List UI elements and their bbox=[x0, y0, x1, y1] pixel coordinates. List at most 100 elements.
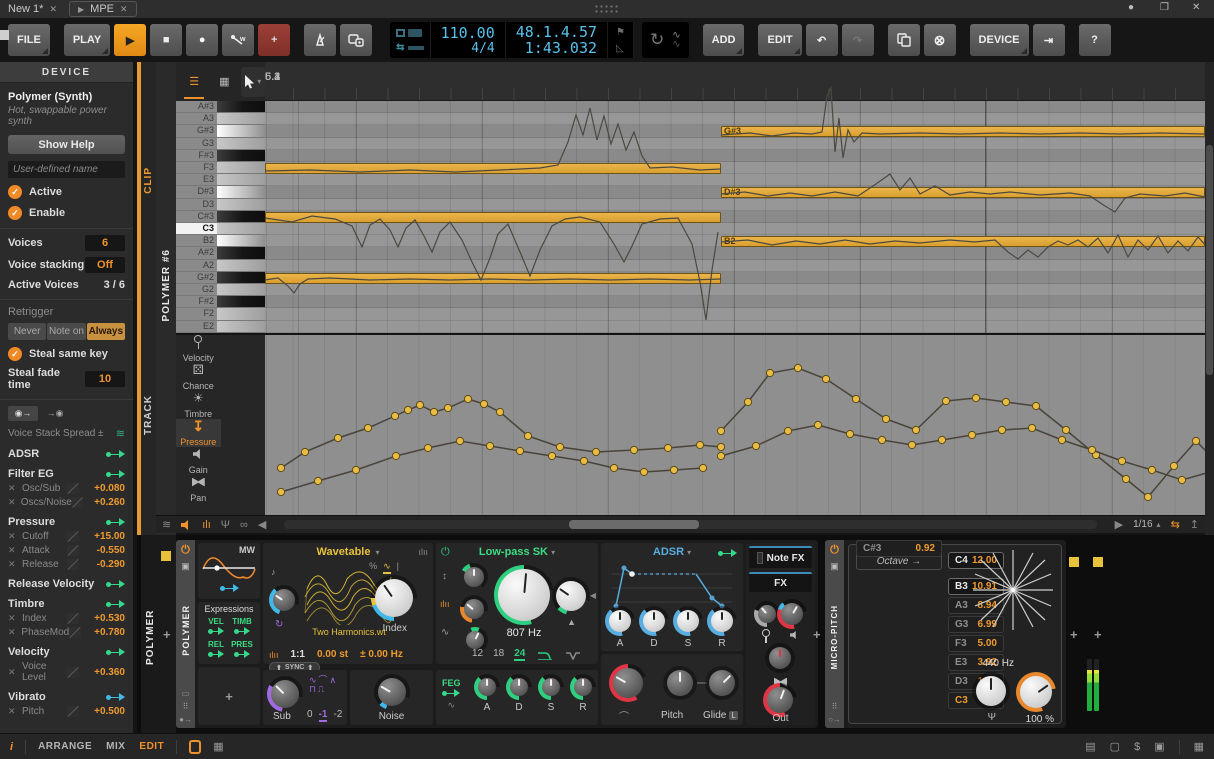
device-display-icon[interactable]: ▭ bbox=[182, 689, 190, 698]
feg-knob[interactable]: A bbox=[474, 674, 500, 713]
sub-knob[interactable] bbox=[267, 676, 303, 712]
piano-key-row[interactable]: B2 bbox=[176, 235, 265, 247]
device-modroute-icon[interactable]: ○→ bbox=[828, 715, 841, 724]
noise-knob[interactable] bbox=[374, 674, 410, 710]
filter-type[interactable]: Low-pass SK bbox=[479, 546, 548, 558]
expression-mod-slot[interactable]: VEL bbox=[204, 617, 228, 638]
project-tab-1[interactable]: New 1* ✕ bbox=[0, 0, 65, 18]
env-knob[interactable]: D bbox=[639, 606, 669, 649]
note-editor-view-button[interactable]: ☰ bbox=[180, 68, 208, 96]
mod-arrow-icon[interactable] bbox=[220, 584, 239, 592]
pitch-knob[interactable] bbox=[663, 666, 697, 700]
piano-key-row[interactable]: A2 bbox=[176, 260, 265, 272]
piano-key-row[interactable]: C#3 bbox=[176, 211, 265, 223]
mod-target-row[interactable]: ✕Index+0.530 bbox=[8, 613, 125, 624]
osc-semitones[interactable]: 0.00 st bbox=[317, 649, 348, 660]
device-modroute-icon[interactable]: ●→ bbox=[179, 715, 192, 724]
play-menu-button[interactable]: PLAY bbox=[64, 24, 110, 56]
key-cap[interactable] bbox=[217, 247, 265, 258]
feg-knob[interactable]: R bbox=[570, 674, 596, 713]
expression-button[interactable]: Velocity bbox=[176, 335, 221, 363]
pointer-tool-button[interactable]: ▾ bbox=[241, 67, 265, 97]
notefx-tab[interactable]: Note FX bbox=[749, 546, 812, 568]
osc-detune[interactable]: ± 0.00 Hz bbox=[360, 649, 403, 660]
mix-value[interactable]: 100 % bbox=[1026, 714, 1054, 725]
file-panel-icon[interactable]: ▢ bbox=[1110, 740, 1120, 753]
automation-write-button[interactable]: w bbox=[222, 24, 254, 56]
device-power-icon[interactable]: ⏻ bbox=[830, 544, 839, 557]
expand-lane-icon[interactable]: ↥ bbox=[1190, 518, 1199, 532]
mod-source-row[interactable]: Filter EG bbox=[8, 468, 125, 480]
mod-target-row[interactable]: ✕Voice Level+0.360 bbox=[8, 661, 125, 683]
horizontal-scrollbar[interactable] bbox=[284, 520, 1096, 529]
steal-fade-value[interactable]: 10 bbox=[85, 371, 125, 387]
punch-metronome-icon[interactable]: ◺ bbox=[616, 43, 625, 54]
device-grid-icon[interactable]: ⠿ bbox=[832, 702, 838, 711]
scroll-right-icon[interactable]: ▶ bbox=[1115, 518, 1123, 532]
zoom-widget[interactable] bbox=[0, 30, 9, 40]
redo-button[interactable]: ↷ bbox=[842, 24, 874, 56]
help-button[interactable]: ? bbox=[1079, 24, 1111, 56]
phase-random-icon[interactable]: % bbox=[369, 561, 377, 574]
keytrack-icon[interactable]: ♪ bbox=[271, 567, 276, 577]
device-menu-button[interactable]: DEVICE bbox=[970, 24, 1029, 56]
record-button[interactable]: ● bbox=[186, 24, 218, 56]
mod-target-row[interactable]: ✕Pitch+0.500 bbox=[8, 706, 125, 717]
filter-drive-knob[interactable] bbox=[460, 595, 488, 623]
track-name-vertical[interactable]: POLYMER bbox=[145, 575, 156, 665]
retrigger-always[interactable]: Always bbox=[87, 323, 125, 340]
filter-slope-option[interactable]: 24 bbox=[514, 648, 525, 661]
piano-key-row[interactable]: E3 bbox=[176, 174, 265, 186]
filter-curve-notch-icon[interactable] bbox=[565, 650, 581, 660]
piano-key-row[interactable]: F2 bbox=[176, 308, 265, 320]
undo-button[interactable]: ↶ bbox=[806, 24, 838, 56]
key-cap[interactable] bbox=[217, 296, 265, 307]
device-folder-icon[interactable]: ▣ bbox=[181, 561, 190, 572]
filter-slope-option[interactable]: 12 bbox=[472, 648, 483, 661]
track-color-chip[interactable] bbox=[1093, 557, 1103, 567]
mixer-strip-icon[interactable]: ▦ bbox=[213, 740, 223, 753]
time-signature-value[interactable]: 4/4 bbox=[441, 41, 495, 56]
layout-mode-item[interactable]: MIX bbox=[106, 741, 125, 752]
key-cap[interactable] bbox=[217, 284, 265, 295]
expression-mod-slot[interactable]: TIMB bbox=[230, 617, 254, 638]
piano-key-row[interactable]: F#2 bbox=[176, 296, 265, 308]
expression-mod-slot[interactable]: PRES bbox=[230, 640, 254, 661]
piano-key-row[interactable]: G#3 bbox=[176, 125, 265, 137]
punch-icons[interactable]: ⚑ ◺ bbox=[608, 22, 634, 58]
oscillator-type[interactable]: Wavetable bbox=[316, 546, 370, 558]
panel-layout-icon[interactable] bbox=[189, 740, 201, 754]
overdub-toggle-button[interactable]: + bbox=[258, 24, 290, 56]
device-power-icon[interactable]: ⏻ bbox=[181, 544, 190, 557]
piano-key-row[interactable]: G3 bbox=[176, 138, 265, 150]
micropitch-cell[interactable]: F35.00 bbox=[948, 635, 1004, 652]
mod-target-row[interactable]: ✕Osc/Sub+0.080 bbox=[8, 483, 125, 494]
close-tab-icon[interactable]: ✕ bbox=[120, 4, 128, 15]
resonance-knob[interactable] bbox=[552, 577, 590, 615]
expression-button[interactable]: Gain bbox=[176, 447, 221, 475]
feg-curve-icon[interactable]: ∿ bbox=[442, 700, 461, 711]
env-shape-knob[interactable] bbox=[609, 664, 647, 702]
piano-key-row[interactable]: A#2 bbox=[176, 247, 265, 259]
sub-octave-option[interactable]: 0 bbox=[307, 709, 313, 722]
empty-mod-slot[interactable]: + bbox=[198, 667, 260, 725]
song-time-value[interactable]: 1:43.032 bbox=[516, 40, 597, 56]
voice-stacking-value[interactable]: Off bbox=[85, 257, 125, 273]
edit-menu-button[interactable]: EDIT bbox=[758, 24, 801, 56]
stack-layers-icon[interactable]: ≋ bbox=[116, 427, 125, 440]
expression-button[interactable]: Pan bbox=[176, 475, 221, 503]
punch-in-icon[interactable]: ⚑ bbox=[616, 27, 625, 38]
key-cap[interactable] bbox=[217, 235, 265, 246]
device-name-input[interactable]: User-defined name bbox=[8, 161, 125, 178]
add-device-between-button[interactable]: + bbox=[813, 627, 821, 642]
key-cap[interactable] bbox=[217, 211, 265, 222]
piano-key-row[interactable]: F#3 bbox=[176, 150, 265, 162]
piano-key-row[interactable]: D3 bbox=[176, 199, 265, 211]
detail-panel-icon[interactable]: ▦ bbox=[1194, 740, 1204, 753]
window-circle-icon[interactable]: ● bbox=[1128, 2, 1134, 13]
env-type[interactable]: ADSR bbox=[653, 546, 684, 558]
drive-mode-icon[interactable]: ↕ bbox=[442, 571, 447, 582]
device-folder-icon[interactable]: ▣ bbox=[830, 561, 839, 572]
active-checkbox[interactable]: ✓ bbox=[8, 185, 22, 199]
play-button[interactable]: ▶ bbox=[114, 24, 146, 56]
